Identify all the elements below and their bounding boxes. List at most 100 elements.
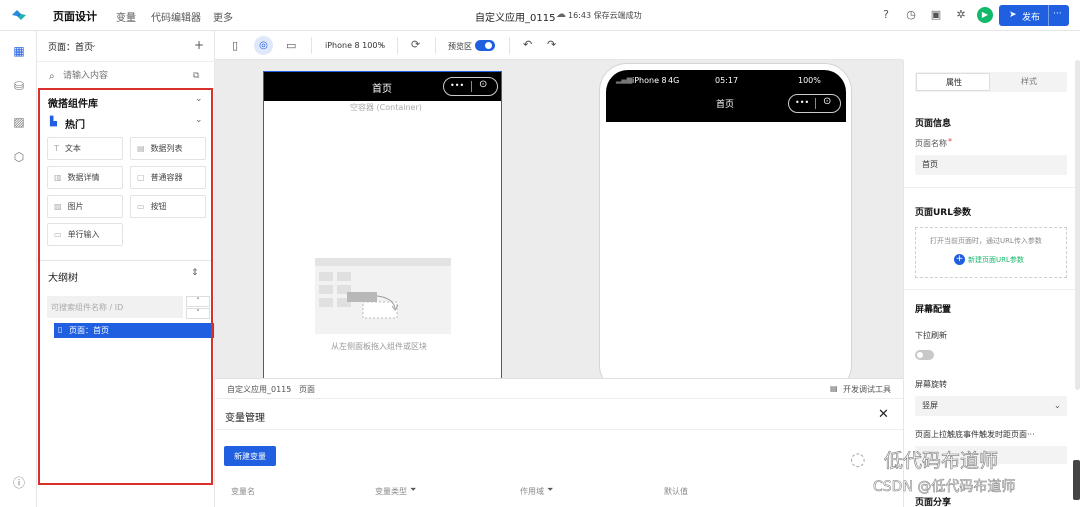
expand-up-icon[interactable]: ˄ [186, 296, 210, 307]
top-bar: 页面设计 变量 代码编辑器 更多 自定义应用_0115 ☁ 16:43 保存云端… [0, 0, 1080, 31]
container-label: 空容器 (Container) [350, 103, 422, 112]
save-status: 16:43 保存云端成功 [568, 11, 642, 20]
image-icon: ▨ [54, 202, 62, 211]
help-icon[interactable]: ? [879, 8, 893, 22]
pull-refresh-label: 下拉刷新 [915, 331, 947, 340]
watermark-line2: CSDN @低代码布道师 [873, 479, 1016, 496]
right-scrollbar[interactable] [1075, 60, 1080, 390]
component-text[interactable]: T 文本 [47, 137, 123, 160]
pull-refresh-toggle[interactable] [915, 350, 934, 360]
hot-collapse-icon[interactable]: ⌄ [195, 115, 203, 125]
run-preview-icon[interactable]: ▶ [977, 7, 993, 23]
divider [37, 61, 215, 62]
outline-toggle-icon[interactable]: ⇕ [191, 268, 199, 278]
breadcrumb-app[interactable]: 自定义应用_0115 [227, 384, 291, 395]
page-editor-frame[interactable]: 首页 ••• ⊙ 空容器 (Container) 从左侧面板拖入组件或区块 [263, 71, 502, 378]
debug-tool-icon: ▤ [830, 384, 838, 393]
library-collapse-icon[interactable]: ⌄ [195, 94, 203, 104]
component-label: 普通容器 [150, 173, 183, 182]
outline-item-selected[interactable]: ▯ 页面：首页 [54, 323, 214, 338]
chevron-down-icon[interactable]: ⌄ [90, 40, 97, 49]
component-data-list[interactable]: ▤ 数据列表 [130, 137, 206, 160]
nav-code-editor[interactable]: 代码编辑器 [151, 9, 201, 24]
filter-icon[interactable]: ⏷ [410, 485, 416, 495]
chevron-down-icon[interactable]: ⌄ [378, 39, 385, 48]
component-container[interactable]: ▢ 普通容器 [130, 166, 206, 189]
page-name-label: 页面名称 [915, 139, 947, 148]
capsule-menu: ••• ⊙ [788, 94, 841, 113]
filter-icon[interactable]: ⏷ [547, 485, 553, 495]
new-variable-button[interactable]: 新建变量 [224, 446, 276, 466]
more-dots-icon: ••• [450, 81, 465, 90]
drop-hint: 从左侧面板拖入组件或区块 [331, 342, 427, 351]
nav-more[interactable]: 更多 [213, 9, 233, 24]
undo-icon[interactable]: ↶ [523, 38, 532, 51]
redo-icon[interactable]: ↷ [547, 38, 556, 51]
capsule-divider [471, 81, 472, 92]
publish-more-icon[interactable]: ··· [1053, 9, 1062, 19]
device-zoom-select[interactable]: iPhone 8 100% [325, 41, 385, 50]
divider [397, 37, 398, 54]
save-icon[interactable]: ▣ [929, 8, 943, 22]
panel-tabs: 属性 样式 [915, 72, 1067, 92]
input-icon: ▭ [54, 230, 62, 239]
column-default-value: 默认值 [664, 487, 688, 496]
app-logo-icon[interactable] [10, 7, 28, 23]
component-image[interactable]: ▨ 图片 [47, 195, 123, 218]
help-circle-icon[interactable]: ⓘ [11, 475, 27, 491]
close-icon[interactable]: ✕ [878, 407, 889, 422]
add-page-button[interactable]: + [194, 38, 204, 52]
variable-panel-title: 变量管理 [225, 413, 265, 424]
page-header-title: 首页 [372, 84, 392, 95]
database-icon[interactable]: ⛁ [11, 78, 27, 94]
component-data-detail[interactable]: ▥ 数据详情 [47, 166, 123, 189]
desktop-device-icon[interactable]: ▭ [286, 39, 296, 52]
required-asterisk: * [948, 137, 952, 146]
refresh-icon[interactable]: ⟳ [411, 38, 420, 51]
component-label: 数据详情 [67, 173, 100, 182]
capsule-menu: ••• ⊙ [443, 77, 498, 96]
publish-label: 发布 [1022, 13, 1041, 23]
design-canvas: 首页 ••• ⊙ 空容器 (Container) 从左侧面板拖入组件或区块 ▂▄… [215, 60, 903, 378]
page-selector[interactable]: 页面：首页 [48, 40, 93, 53]
mobile-device-icon[interactable]: ▯ [232, 39, 238, 52]
outline-search-input[interactable]: 可搜索组件名称 / ID [47, 296, 183, 318]
side-dock-handle[interactable] [1073, 460, 1080, 500]
tab-style[interactable]: 样式 [1021, 76, 1037, 87]
page-name-field[interactable]: 首页 [915, 155, 1067, 175]
mini-program-icon[interactable]: ◎ [254, 36, 273, 55]
nav-page-design[interactable]: 页面设计 [53, 8, 97, 24]
component-search-input[interactable] [63, 69, 183, 83]
plugin-icon[interactable]: ⬡ [11, 149, 27, 165]
new-url-param-link[interactable]: 新建页面URL参数 [968, 255, 1024, 265]
history-icon[interactable]: ◷ [904, 8, 918, 22]
new-variable-label: 新建变量 [234, 452, 266, 461]
outline-search-placeholder: 可搜索组件名称 / ID [51, 303, 124, 312]
dev-tools-link[interactable]: 开发调试工具 [843, 384, 891, 395]
divider [435, 37, 436, 54]
component-button[interactable]: ▭ 按钮 [130, 195, 206, 218]
rotation-select[interactable]: 竖屏 ⌄ [915, 396, 1067, 416]
settings-icon[interactable]: ✲ [954, 8, 968, 22]
component-single-input[interactable]: ▭ 单行输入 [47, 223, 123, 246]
preview-label: 预览区 [448, 42, 472, 51]
component-tree-icon[interactable]: ⧉ [193, 71, 199, 81]
publish-button[interactable]: ➤ 发布 ··· [999, 5, 1069, 26]
rotation-value: 竖屏 [922, 401, 938, 410]
tab-properties[interactable]: 属性 [916, 73, 990, 91]
app-title: 自定义应用_0115 [475, 13, 556, 24]
image-resource-icon[interactable]: ▨ [11, 114, 27, 130]
page-name-value: 首页 [922, 160, 938, 169]
nav-variables[interactable]: 变量 [116, 9, 136, 24]
bottom-panel: 自定义应用_0115 › 页面 ▤ 开发调试工具 变量管理 ✕ 新建变量 变量名… [215, 378, 903, 507]
component-library-icon[interactable]: ▦ [11, 43, 27, 59]
phone-page-title: 首页 [716, 100, 735, 110]
page-info-title: 页面信息 [915, 119, 952, 129]
chevron-down-icon: ⌄ [1054, 401, 1061, 410]
outline-item-label: 页面：首页 [69, 326, 109, 335]
tab-properties-label: 属性 [946, 78, 962, 87]
add-circle-icon[interactable]: + [954, 254, 965, 265]
expand-down-icon[interactable]: ˅ [186, 308, 210, 319]
preview-toggle[interactable] [475, 40, 495, 51]
breadcrumb-page[interactable]: 页面 [299, 384, 315, 395]
